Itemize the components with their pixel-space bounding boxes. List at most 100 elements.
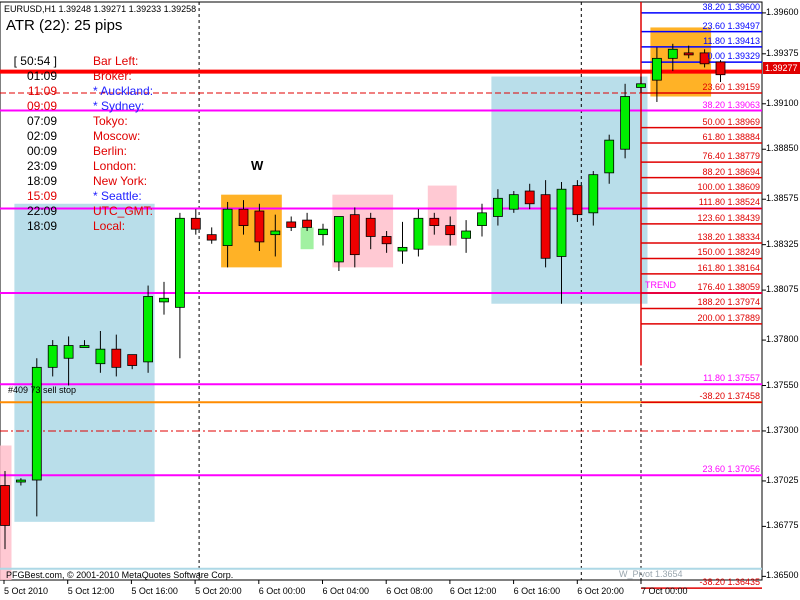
current-price-tag: 1.39277 (763, 62, 800, 74)
clock-city: UTC_GMT: (93, 204, 153, 218)
clock-time: 15:09 (26, 189, 57, 203)
clock-city: Bar Left: (93, 54, 139, 68)
candle-body (302, 219, 313, 228)
candle-body (381, 236, 392, 245)
candle-body (477, 212, 487, 226)
fib-level-label: 38.20 1.39063 (702, 99, 760, 110)
time-tick-label: 5 Oct 2010 (4, 586, 49, 596)
clock-row: [ 50:54 ] Bar Left: (0, 54, 200, 68)
price-tick-label: 1.37300 (766, 424, 799, 435)
clock-row: 09:09 * Sydney: (0, 99, 200, 113)
fib-level-label: 23.60 1.39497 (702, 20, 760, 31)
fib-level-label: 138.20 1.38334 (697, 232, 760, 242)
clock-time: 18:09 (26, 174, 57, 188)
time-tick-label: 6 Oct 12:00 (449, 586, 497, 596)
fib-level-label: -38.20 1.37458 (699, 391, 760, 402)
fib-level-label: 61.80 1.38884 (702, 132, 760, 143)
candle-body (604, 139, 615, 174)
candle-body (206, 234, 217, 241)
fib-level-label: 176.40 1.38059 (697, 281, 760, 292)
candle-body (652, 57, 662, 81)
candle-body (556, 188, 567, 257)
price-tick-label: 1.39375 (766, 47, 799, 58)
clock-city: Moscow: (93, 129, 141, 143)
clock-city: London: (93, 159, 137, 173)
candle-body (540, 194, 551, 259)
time-tick-label: 6 Oct 00:00 (258, 586, 306, 596)
time-tick-label: 6 Oct 04:00 (322, 586, 370, 596)
clock-time: 01:09 (26, 69, 57, 83)
clock-time: [ 50:54 ] (13, 54, 57, 68)
clock-row: 22:09 UTC_GMT: (0, 204, 200, 218)
clock-time: 00:09 (26, 144, 57, 158)
clock-row: 07:09 Tokyo: (0, 114, 200, 128)
price-tick-label: 1.39600 (766, 6, 799, 17)
candle-body (159, 297, 169, 303)
fib-level-label: 188.20 1.37974 (697, 297, 760, 308)
clock-row: 18:09 Local: (0, 219, 200, 233)
candle-body (524, 190, 535, 205)
chart-window[interactable]: EURUSD,H1 1.39248 1.39271 1.39233 1.3925… (0, 0, 800, 600)
clock-row: 18:09 New York: (0, 174, 200, 188)
fib-level-label: 76.40 1.38779 (702, 151, 760, 162)
candle-body (63, 345, 74, 359)
price-tick-label: 1.37800 (766, 334, 799, 345)
clock-row: 11:09 * Auckland: (0, 84, 200, 98)
candle-body (127, 354, 138, 366)
clock-row: 15:09 * Seattle: (0, 189, 200, 203)
time-tick-label: 5 Oct 16:00 (131, 586, 178, 596)
candle-body (238, 208, 249, 226)
clock-time: 07:09 (26, 114, 57, 128)
session-box (427, 185, 457, 246)
clock-time: 09:09 (26, 99, 57, 113)
clock-row: 01:09 Broker: (0, 69, 200, 83)
fib-level-label: 50.00 1.38969 (702, 116, 760, 127)
atr-label: ATR (22): 25 pips (6, 17, 123, 34)
time-tick-label: 6 Oct 16:00 (513, 586, 561, 596)
fib-level-label: 11.80 1.39413 (703, 35, 760, 46)
time-tick-label: 7 Oct 00:00 (641, 586, 688, 596)
clock-time: 23:09 (26, 159, 57, 173)
candle-body (0, 485, 10, 526)
fib-level-label: 11.80 1.37557 (703, 373, 760, 384)
candle-body (620, 96, 630, 150)
symbol-header: EURUSD,H1 1.39248 1.39271 1.39233 1.3925… (4, 4, 197, 14)
time-tick-label: 6 Oct 08:00 (386, 586, 433, 596)
clock-row: 00:09 Berlin: (0, 144, 200, 158)
candle-body (365, 217, 376, 237)
fib-level-label: 88.20 1.38694 (702, 166, 760, 177)
clock-city: Broker: (93, 69, 132, 83)
price-tick-label: 1.38075 (766, 284, 799, 295)
clock-city: Tokyo: (93, 114, 128, 128)
candle-body (588, 174, 599, 214)
fib-level-label: 23.60 1.37056 (702, 464, 760, 475)
fib-level-label: 161.80 1.38164 (697, 262, 760, 273)
copyright-text: PFGBest.com, © 2001-2010 MetaQuotes Soft… (6, 570, 234, 580)
clock-city: * Seattle: (93, 189, 142, 203)
candle-body (349, 214, 360, 256)
fib-level-label: 0.00 1.39329 (707, 51, 760, 62)
time-tick-label: 5 Oct 12:00 (67, 586, 115, 596)
candle-body (47, 345, 58, 368)
candle-body (95, 348, 106, 365)
clock-city: Local: (93, 219, 126, 233)
fib-level-label: 111.80 1.38524 (698, 197, 760, 208)
candle-body (222, 208, 233, 246)
candle-body (15, 479, 26, 483)
clock-city: * Sydney: (93, 99, 145, 113)
clock-city: * Auckland: (93, 84, 154, 98)
price-tick-label: 1.38850 (766, 143, 799, 154)
clock-city: New York: (93, 174, 148, 188)
clock-time: 02:09 (26, 129, 57, 143)
fib-level-label: 150.00 1.38249 (697, 247, 760, 258)
candle-body (429, 217, 440, 226)
fib-level-label: 100.00 1.38609 (697, 182, 760, 193)
order-label[interactable]: #409 73 sell stop (8, 385, 76, 395)
candle-body (286, 221, 297, 228)
price-tick-label: 1.36775 (766, 520, 799, 531)
price-tick-label: 1.39100 (766, 97, 799, 108)
candle-body (254, 210, 265, 243)
candle-body (492, 197, 503, 217)
clock-time: 11:09 (27, 84, 57, 98)
clock-row: 23:09 London: (0, 159, 200, 173)
